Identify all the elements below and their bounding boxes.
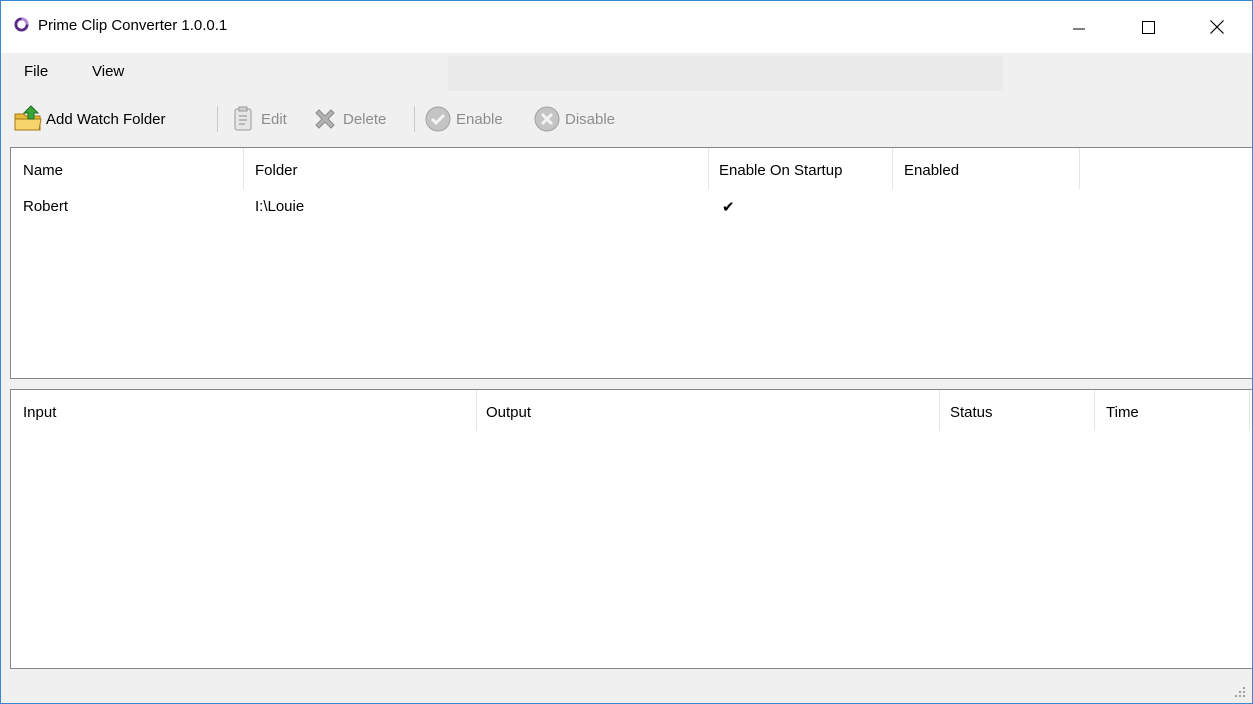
window-title: Prime Clip Converter 1.0.0.1 xyxy=(38,17,228,34)
toolbar-separator xyxy=(217,106,218,132)
folder-add-icon xyxy=(14,105,42,131)
column-divider[interactable] xyxy=(243,148,244,189)
toolbar: Add Watch Folder Edit Delete Enable Disa… xyxy=(1,91,1252,147)
column-header-status[interactable]: Status xyxy=(950,404,993,421)
column-divider[interactable] xyxy=(1079,148,1080,189)
minimize-button[interactable] xyxy=(1056,1,1102,53)
close-button[interactable] xyxy=(1194,1,1240,53)
edit-label: Edit xyxy=(261,110,287,128)
column-header-name[interactable]: Name xyxy=(23,162,63,179)
minimize-icon xyxy=(1073,28,1085,30)
pane-splitter[interactable] xyxy=(10,379,1252,389)
maximize-button[interactable] xyxy=(1125,1,1171,53)
menu-bar: File View xyxy=(1,53,1252,91)
column-header-folder[interactable]: Folder xyxy=(255,162,298,179)
cell-folder: I:\Louie xyxy=(255,198,305,215)
column-divider[interactable] xyxy=(476,390,477,431)
column-divider[interactable] xyxy=(892,148,893,189)
checkmark-icon: ✔ xyxy=(722,199,735,216)
menu-bar-strip xyxy=(448,56,1003,91)
column-header-time[interactable]: Time xyxy=(1106,404,1139,421)
column-divider[interactable] xyxy=(939,390,940,431)
toolbar-separator xyxy=(414,106,415,132)
menu-view[interactable]: View xyxy=(92,63,124,80)
enable-button[interactable]: Enable xyxy=(423,104,503,134)
check-circle-icon xyxy=(425,106,451,132)
add-watch-folder-label: Add Watch Folder xyxy=(46,110,166,128)
clipboard-edit-icon xyxy=(234,106,252,131)
column-divider[interactable] xyxy=(1249,390,1250,431)
menu-file[interactable]: File xyxy=(24,63,48,80)
jobs-list[interactable]: Input Output Status Time xyxy=(10,389,1252,669)
app-window: Prime Clip Converter 1.0.0.1 File View A… xyxy=(0,0,1253,704)
disable-label: Disable xyxy=(565,110,616,128)
add-watch-folder-button[interactable]: Add Watch Folder xyxy=(13,104,166,134)
resize-grip-icon[interactable] xyxy=(1234,686,1246,698)
maximize-icon xyxy=(1141,20,1155,34)
delete-button[interactable]: Delete xyxy=(310,104,386,134)
cell-name: Robert xyxy=(23,198,69,215)
column-header-input[interactable]: Input xyxy=(23,404,56,421)
delete-x-icon xyxy=(315,109,335,129)
column-header-output[interactable]: Output xyxy=(486,404,531,421)
enable-label: Enable xyxy=(456,110,503,128)
status-bar xyxy=(1,669,1252,703)
disable-button[interactable]: Disable xyxy=(532,104,615,134)
watch-folder-list[interactable]: Name Folder Enable On Startup Enabled Ro… xyxy=(10,147,1252,379)
app-ring-icon xyxy=(14,17,29,32)
column-header-enabled[interactable]: Enabled xyxy=(904,162,959,179)
column-divider[interactable] xyxy=(1094,390,1095,431)
title-bar[interactable]: Prime Clip Converter 1.0.0.1 xyxy=(1,1,1252,53)
close-icon xyxy=(1210,20,1224,34)
delete-label: Delete xyxy=(343,110,387,128)
column-divider[interactable] xyxy=(708,148,709,189)
column-header-enable-on-startup[interactable]: Enable On Startup xyxy=(719,162,842,179)
x-circle-icon xyxy=(534,106,560,132)
edit-button[interactable]: Edit xyxy=(228,104,287,134)
